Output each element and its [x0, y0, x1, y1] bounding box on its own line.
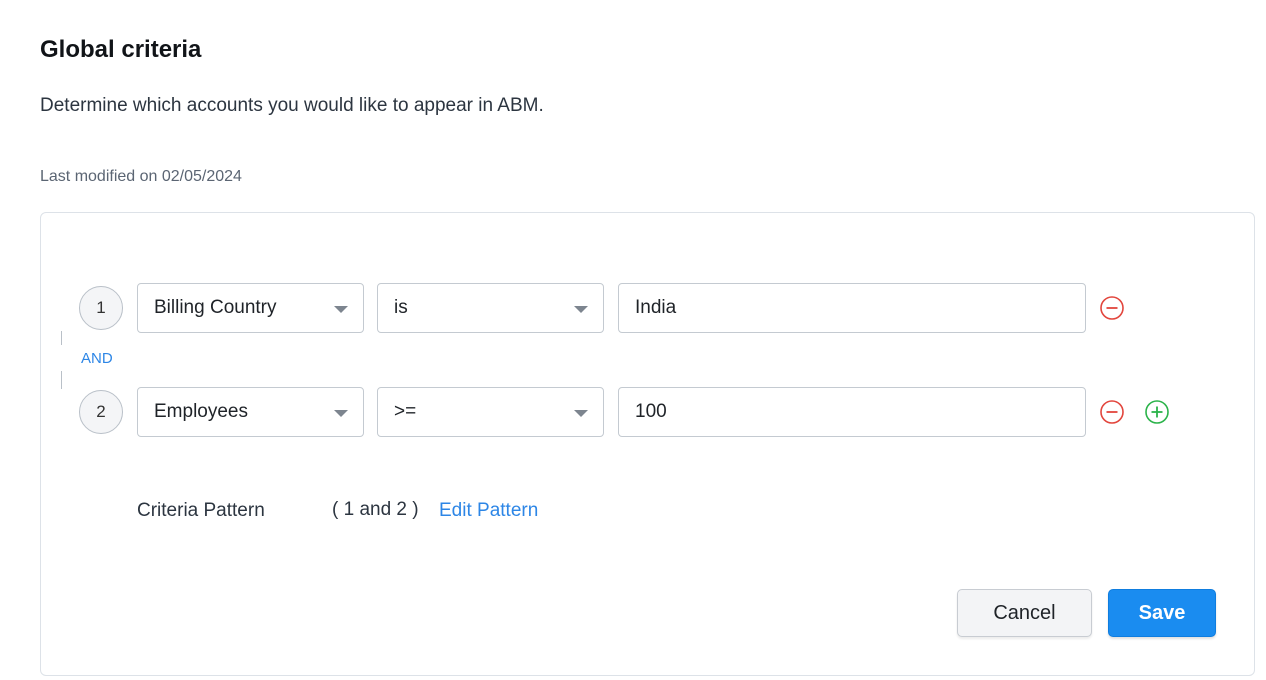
- last-modified-text: Last modified on 02/05/2024: [40, 168, 242, 185]
- criteria-field-select-2[interactable]: Employees: [137, 387, 364, 437]
- minus-circle-icon[interactable]: [1099, 399, 1125, 425]
- edit-pattern-link[interactable]: Edit Pattern: [439, 500, 538, 522]
- caret-down-icon: [334, 410, 348, 417]
- page-subtitle: Determine which accounts you would like …: [40, 95, 544, 116]
- criteria-number-1: 1: [79, 286, 123, 330]
- criteria-pattern-value: ( 1 and 2 ): [332, 499, 419, 520]
- caret-down-icon: [574, 306, 588, 313]
- cancel-button[interactable]: Cancel: [957, 589, 1092, 637]
- criteria-operator-select-2[interactable]: >=: [377, 387, 604, 437]
- criteria-value-input-2[interactable]: 100: [618, 387, 1086, 437]
- criteria-field-value-1: Billing Country: [154, 297, 277, 318]
- criteria-pattern-label: Criteria Pattern: [137, 500, 265, 521]
- criteria-value-1: India: [635, 297, 677, 318]
- criteria-field-select-1[interactable]: Billing Country: [137, 283, 364, 333]
- criteria-value-2: 100: [635, 401, 667, 422]
- criteria-number-2: 2: [79, 390, 123, 434]
- criteria-value-input-1[interactable]: India: [618, 283, 1086, 333]
- connector-line-top: [61, 331, 62, 345]
- page-title: Global criteria: [40, 36, 202, 63]
- connector-and-label: AND: [81, 350, 113, 367]
- save-button[interactable]: Save: [1108, 589, 1216, 637]
- criteria-operator-value-1: is: [394, 297, 408, 318]
- caret-down-icon: [334, 306, 348, 313]
- minus-circle-icon[interactable]: [1099, 295, 1125, 321]
- plus-circle-icon[interactable]: [1144, 399, 1170, 425]
- caret-down-icon: [574, 410, 588, 417]
- connector-line-bottom: [61, 371, 62, 389]
- criteria-operator-value-2: >=: [394, 401, 417, 422]
- criteria-operator-select-1[interactable]: is: [377, 283, 604, 333]
- criteria-field-value-2: Employees: [154, 401, 248, 422]
